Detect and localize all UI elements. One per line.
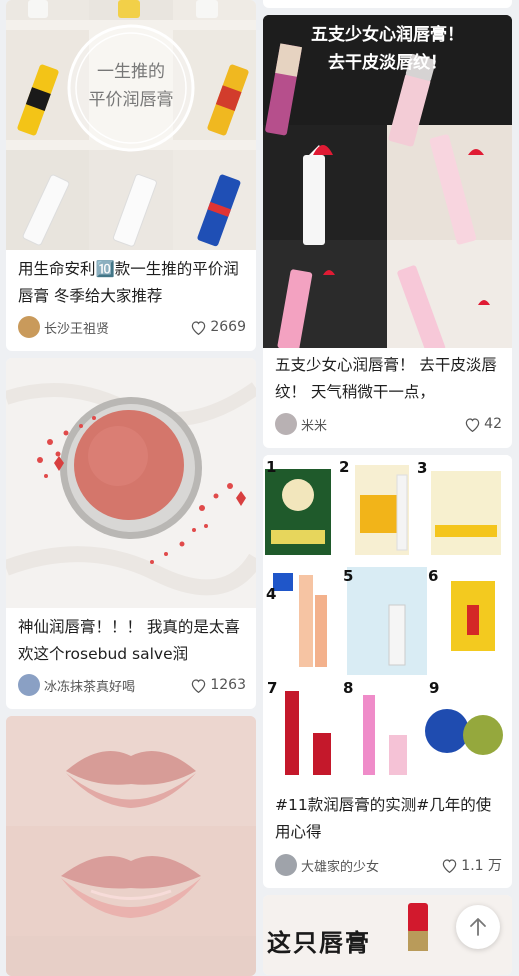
like-count: 1.1 万	[461, 858, 502, 874]
post-cover-image[interactable]: 五支少女心润唇膏！ 去干皮淡唇纹！	[263, 15, 512, 348]
avatar[interactable]	[18, 316, 40, 338]
grid-number: 2	[339, 458, 350, 476]
heart-outline-icon	[192, 320, 206, 335]
post-title[interactable]: 用生命安利🔟款一生推的平价润唇膏 冬季给大家推荐	[18, 256, 246, 310]
post-cover-image[interactable]: 1 2 3 4 5 6 7 8 9	[263, 455, 512, 785]
like-count: 1263	[210, 677, 246, 693]
like-button[interactable]: 2669	[190, 319, 246, 335]
post-cover-image[interactable]	[6, 716, 256, 976]
cover-text: 这只唇膏	[267, 929, 371, 957]
post-meta: 米米 42	[275, 412, 502, 436]
author-name[interactable]: 长沙王祖贤	[44, 318, 190, 337]
grid-number: 8	[343, 679, 354, 697]
grid-number: 6	[428, 567, 439, 585]
post-card-partial[interactable]	[263, 0, 512, 8]
arrow-up-icon	[470, 918, 486, 936]
grid-number: 9	[429, 679, 440, 697]
grid-number: 1	[266, 458, 277, 476]
post-card[interactable]: 五支少女心润唇膏！ 去干皮淡唇纹！ 五支少女心润唇膏！ 去干皮淡唇纹！ 天气稍微…	[263, 15, 512, 448]
post-card[interactable]	[6, 716, 256, 976]
cover-text: 一生推的 平价润唇膏	[88, 62, 174, 110]
post-card[interactable]: 神仙润唇膏！！！ 我真的是太喜欢这个rosebud salve润 冰冻抹茶真好喝…	[6, 358, 256, 709]
post-title[interactable]: 神仙润唇膏！！！ 我真的是太喜欢这个rosebud salve润	[18, 614, 246, 668]
grid-number: 7	[267, 679, 278, 697]
avatar[interactable]	[275, 413, 297, 435]
like-button[interactable]: 42	[464, 416, 502, 432]
cover-text: 五支少女心润唇膏！ 去干皮淡唇纹！	[311, 25, 464, 73]
post-card[interactable]: 一生推的 平价润唇膏 用生命安利🔟款一生推的平价润唇膏 冬季给大家推荐 长沙王祖…	[6, 0, 256, 351]
avatar[interactable]	[275, 854, 297, 876]
avatar[interactable]	[18, 674, 40, 696]
like-count: 2669	[210, 319, 246, 335]
author-name[interactable]: 大雄家的少女	[301, 856, 441, 875]
grid-number: 5	[343, 567, 354, 585]
like-count: 42	[484, 416, 502, 432]
post-cover-image[interactable]: 一生推的 平价润唇膏	[6, 0, 256, 250]
grid-number: 3	[417, 459, 428, 477]
author-name[interactable]: 米米	[301, 415, 464, 434]
post-meta: 长沙王祖贤 2669	[18, 315, 246, 339]
heart-outline-icon	[192, 678, 206, 693]
post-cover-image[interactable]	[6, 358, 256, 608]
post-card[interactable]: 1 2 3 4 5 6 7 8 9 #11款润唇膏的实测#几年的使用心得 大雄家…	[263, 455, 512, 888]
post-title[interactable]: #11款润唇膏的实测#几年的使用心得	[275, 792, 502, 846]
heart-outline-icon	[465, 417, 480, 432]
post-meta: 大雄家的少女 1.1 万	[275, 853, 502, 877]
like-button[interactable]: 1.1 万	[441, 855, 502, 875]
post-meta: 冰冻抹茶真好喝 1263	[18, 673, 246, 697]
author-name[interactable]: 冰冻抹茶真好喝	[44, 676, 190, 695]
heart-outline-icon	[443, 858, 457, 873]
back-to-top-button[interactable]	[456, 905, 500, 949]
like-button[interactable]: 1263	[190, 677, 246, 693]
post-title[interactable]: 五支少女心润唇膏！ 去干皮淡唇纹！ 天气稍微干一点，	[275, 352, 502, 406]
grid-number: 4	[266, 585, 277, 603]
